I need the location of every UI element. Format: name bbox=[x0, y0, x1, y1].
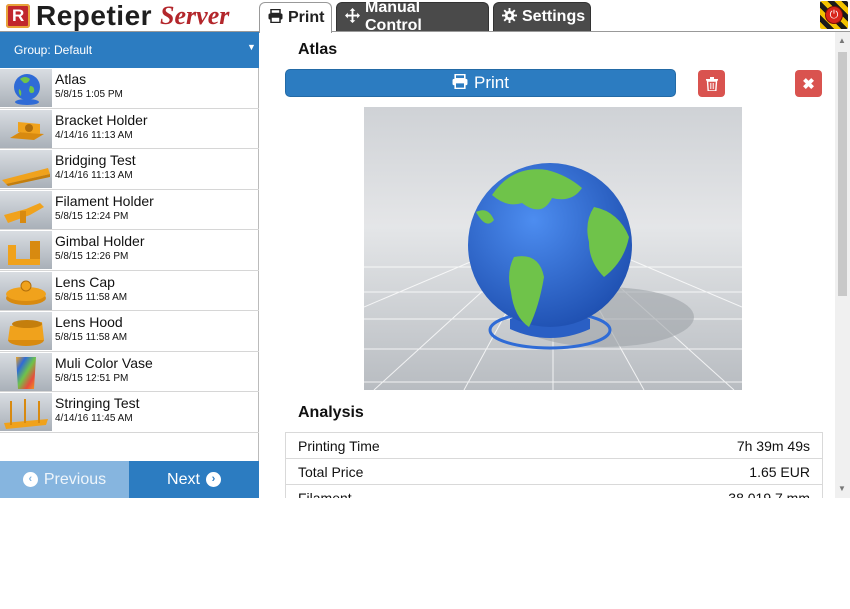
logo-icon: R bbox=[6, 4, 30, 28]
model-thumbnail bbox=[0, 271, 52, 310]
scroll-down-arrow-icon[interactable]: ▼ bbox=[838, 484, 846, 493]
model-date: 5/8/15 12:24 PM bbox=[55, 210, 129, 222]
trash-icon bbox=[705, 76, 718, 91]
model-thumbnail bbox=[0, 190, 52, 229]
model-name: Lens Cap bbox=[55, 273, 115, 290]
model-item-bracket-holder[interactable]: Bracket Holder 4/14/16 11:13 AM bbox=[0, 109, 259, 149]
model-thumbnail bbox=[0, 109, 52, 148]
model-thumbnail bbox=[0, 393, 52, 431]
model-list: Atlas 5/8/15 1:05 PM Bracket Holder 4/14… bbox=[0, 68, 259, 433]
table-row: Printing Time 7h 39m 49s bbox=[284, 432, 823, 459]
group-selector[interactable]: Group: Default ▼ bbox=[0, 32, 259, 68]
model-thumbnail bbox=[0, 150, 52, 188]
print-button-label: Print bbox=[474, 73, 509, 92]
analysis-value: 1.65 EUR bbox=[553, 458, 823, 485]
model-name: Filament Holder bbox=[55, 192, 154, 209]
group-selector-label: Group: Default bbox=[14, 43, 93, 57]
app-logo: R Repetier Server bbox=[6, 0, 230, 31]
model-item-bridging-test[interactable]: Bridging Test 4/14/16 11:13 AM bbox=[0, 149, 259, 190]
model-item-gimbal-holder[interactable]: Gimbal Holder 5/8/15 12:26 PM bbox=[0, 230, 259, 271]
model-item-lens-hood[interactable]: Lens Hood 5/8/15 11:58 AM bbox=[0, 311, 259, 352]
chevron-left-icon: ‹ bbox=[22, 472, 38, 487]
model-item-lens-cap[interactable]: Lens Cap 5/8/15 11:58 AM bbox=[0, 271, 259, 311]
model-date: 5/8/15 1:05 PM bbox=[55, 89, 123, 100]
model-thumbnail bbox=[0, 312, 52, 350]
delete-button[interactable] bbox=[698, 70, 725, 97]
analysis-value: 38,019.7 mm bbox=[553, 484, 823, 498]
model-date: 4/14/16 11:13 AM bbox=[55, 170, 133, 181]
model-name: Lens Hood bbox=[55, 314, 123, 330]
analysis-label: Filament bbox=[284, 484, 554, 498]
model-thumbnail bbox=[0, 69, 52, 107]
close-button[interactable]: ✖ bbox=[795, 70, 822, 97]
emergency-stop-button[interactable]: ⏻ bbox=[820, 1, 848, 29]
printer-icon bbox=[452, 73, 468, 92]
next-button-label: Next bbox=[167, 470, 200, 488]
print-button[interactable]: Print bbox=[285, 69, 676, 97]
logo-letter: R bbox=[12, 6, 25, 25]
model-date: 5/8/15 12:51 PM bbox=[55, 372, 129, 384]
analysis-label: Total Price bbox=[284, 458, 554, 485]
previous-button[interactable]: ‹ Previous bbox=[0, 461, 129, 498]
logo-word-repetier: Repetier bbox=[36, 0, 153, 31]
model-date: 4/14/16 11:45 AM bbox=[55, 413, 133, 424]
model-name: Atlas bbox=[55, 71, 87, 87]
model-item-stringing-test[interactable]: Stringing Test 4/14/16 11:45 AM bbox=[0, 392, 259, 433]
model-date: 5/8/15 11:58 AM bbox=[55, 291, 128, 303]
tab-settings-label: Settings bbox=[522, 8, 586, 25]
model-thumbnail bbox=[0, 231, 52, 269]
top-bar: R Repetier Server Print Manual Control S… bbox=[0, 0, 850, 34]
move-arrows-icon bbox=[345, 7, 360, 27]
model-name: Gimbal Holder bbox=[55, 233, 145, 249]
table-row: Total Price 1.65 EUR bbox=[284, 458, 823, 485]
logo-word-server: Server bbox=[160, 1, 230, 30]
model-date: 5/8/15 12:26 PM bbox=[55, 251, 129, 262]
model-name: Muli Color Vase bbox=[55, 354, 153, 371]
scroll-up-arrow-icon[interactable]: ▲ bbox=[838, 36, 846, 45]
tab-manual-control[interactable]: Manual Control bbox=[336, 0, 489, 34]
caret-down-icon: ▼ bbox=[247, 42, 256, 52]
sidebar: Group: Default ▼ Atlas 5/8/15 1:05 PM Br… bbox=[0, 32, 259, 498]
table-row: Filament 38,019.7 mm bbox=[284, 484, 823, 498]
model-name: Bridging Test bbox=[55, 152, 136, 168]
model-item-muli-color-vase[interactable]: Muli Color Vase 5/8/15 12:51 PM bbox=[0, 352, 259, 392]
main-panel: Atlas Print ✖ Analysis Printing Time 7h … bbox=[260, 32, 834, 498]
tab-settings[interactable]: Settings bbox=[493, 2, 591, 31]
analysis-table: Printing Time 7h 39m 49s Total Price 1.6… bbox=[284, 432, 823, 498]
model-item-atlas[interactable]: Atlas 5/8/15 1:05 PM bbox=[0, 68, 259, 109]
model-preview-image bbox=[364, 107, 742, 390]
printer-icon bbox=[268, 8, 283, 27]
model-item-filament-holder[interactable]: Filament Holder 5/8/15 12:24 PM bbox=[0, 190, 259, 230]
close-icon: ✖ bbox=[802, 75, 815, 93]
model-name: Stringing Test bbox=[55, 395, 140, 411]
analysis-value: 7h 39m 49s bbox=[553, 432, 823, 459]
main-scrollbar[interactable]: ▲ ▼ bbox=[835, 32, 850, 498]
previous-button-label: Previous bbox=[43, 470, 107, 488]
gear-icon bbox=[502, 7, 517, 27]
scrollbar-thumb[interactable] bbox=[838, 52, 847, 296]
tab-manual-control-label: Manual Control bbox=[365, 0, 422, 34]
chevron-right-icon: › bbox=[205, 472, 221, 487]
model-date: 4/14/16 11:13 AM bbox=[55, 129, 133, 141]
tab-print-label: Print bbox=[288, 9, 325, 26]
analysis-label: Printing Time bbox=[284, 432, 554, 459]
tab-print[interactable]: Print bbox=[259, 2, 332, 33]
next-button[interactable]: Next › bbox=[129, 461, 259, 498]
model-thumbnail bbox=[0, 352, 52, 391]
model-title: Atlas bbox=[298, 41, 338, 58]
emergency-stop-icon: ⏻ bbox=[826, 7, 842, 23]
analysis-title: Analysis bbox=[298, 404, 364, 421]
model-date: 5/8/15 11:58 AM bbox=[55, 332, 128, 343]
model-name: Bracket Holder bbox=[55, 111, 148, 128]
